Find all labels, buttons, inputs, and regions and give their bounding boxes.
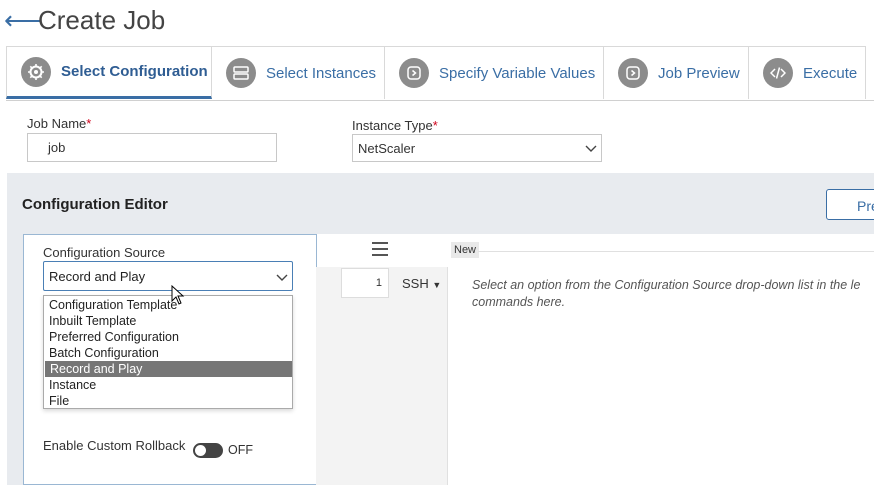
hint-line-1: Select an option from the Configuration … [472,278,861,292]
tab-select-configuration[interactable]: Select Configuration [6,46,212,99]
hamburger-menu-icon[interactable] [372,242,388,260]
preview-button[interactable]: Pre [826,189,874,220]
play-icon [399,58,429,88]
toggle-state-text: OFF [228,443,253,457]
dropdown-option[interactable]: Instance [44,377,292,393]
tab-label: Select Instances [266,64,377,82]
tab-job-preview[interactable]: Job Preview [604,46,749,99]
job-name-label: Job Name* [27,116,92,131]
dropdown-option-selected[interactable]: Record and Play [45,361,292,377]
instance-type-select[interactable]: NetScaler [352,134,602,162]
tab-select-instances[interactable]: Select Instances [212,46,385,99]
chevron-down-icon [276,270,288,285]
configuration-source-value: Record and Play [49,269,146,284]
tab-specify-variable-values[interactable]: Specify Variable Values [385,46,604,99]
configuration-source-dropdown: Configuration Template Inbuilt Template … [43,295,293,409]
dropdown-option[interactable]: Inbuilt Template [44,313,292,329]
instance-type-label: Instance Type* [352,118,438,133]
mouse-cursor-icon [171,284,185,310]
play-icon [618,58,648,88]
configuration-source-select[interactable]: Record and Play [43,261,293,291]
custom-rollback-label: Enable Custom Rollback [43,438,186,453]
code-icon [763,58,793,88]
dropdown-option[interactable]: Preferred Configuration [44,329,292,345]
page-title: Create Job [38,5,166,35]
wizard-tabs: Select Configuration Select Instances Sp… [6,46,874,101]
dropdown-option[interactable]: Batch Configuration [44,345,292,361]
job-name-input[interactable]: job [27,133,277,162]
tab-label: Execute [803,64,858,82]
divider [478,251,874,252]
line-number: 1 [341,268,389,298]
tab-label: Select Configuration [61,63,208,80]
back-arrow-icon[interactable]: ⟵ [4,6,41,34]
caret-down-icon: ▼ [432,280,442,290]
instance-type-value: NetScaler [358,140,416,156]
editor-gutter [316,267,448,485]
toggle-knob [195,445,206,456]
ssh-select[interactable]: SSH ▼ [402,276,441,291]
server-icon [226,58,256,88]
dropdown-option[interactable]: Configuration Template [44,297,292,313]
tab-label: Job Preview [658,64,740,82]
editor-hint-text: Select an option from the Configuration … [472,277,874,311]
new-tag[interactable]: New [451,242,480,258]
configuration-source-label: Configuration Source [43,245,166,260]
chevron-down-icon [585,141,597,156]
configuration-editor-title: Configuration Editor [22,196,168,213]
gear-icon [21,56,51,87]
ssh-label: SSH [402,276,429,291]
custom-rollback-toggle[interactable] [193,443,223,458]
tab-execute[interactable]: Execute [749,46,866,99]
hint-line-2: commands here. [472,295,566,309]
dropdown-option[interactable]: File [44,393,292,409]
tab-label: Specify Variable Values [439,64,596,82]
